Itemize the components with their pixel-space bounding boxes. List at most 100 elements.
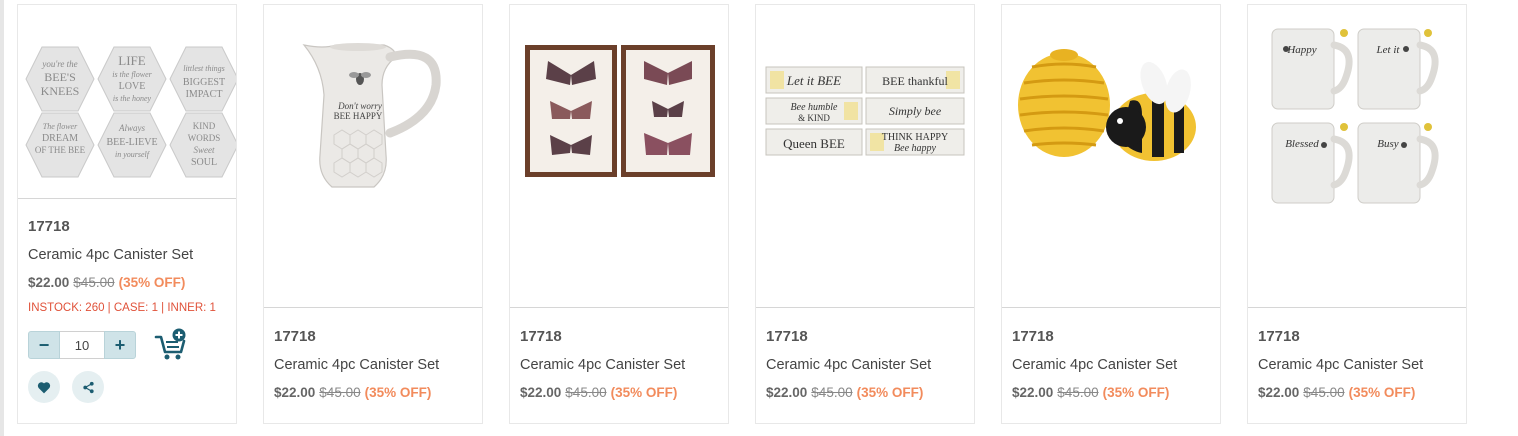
product-image[interactable] [510,5,728,308]
product-price: $22.00 [520,385,562,400]
product-info: 17718 Ceramic 4pc Canister Set $22.00 $45… [1012,327,1212,411]
product-info: 17718 Ceramic 4pc Canister Set $22.00 $45… [28,217,228,321]
product-image[interactable]: Don't worry BEE HAPPY [264,5,482,308]
product-info: 17718 Ceramic 4pc Canister Set $22.00 $45… [1258,327,1458,411]
product-sku: 17718 [28,218,70,235]
add-to-cart-icon [154,328,186,360]
svg-text:The flower: The flower [43,122,78,131]
bee-mugs-image: Happy Let it Blessed Busy [1271,28,1439,204]
price-row: $22.00 $45.00 (35% OFF) [520,383,720,411]
quantity-input[interactable] [60,331,104,359]
product-name[interactable]: Ceramic 4pc Canister Set [1258,355,1458,383]
product-old-price: $45.00 [811,385,853,400]
butterfly-prints-image [525,45,715,177]
product-card[interactable]: Don't worry BEE HAPPY 17718 Ceramic 4pc … [263,4,483,424]
svg-text:SOUL: SOUL [191,157,217,168]
hexagon-coasters-image: you're the BEE'S KNEES LIFE is the flowe… [25,46,236,178]
svg-text:IMPACT: IMPACT [186,89,223,100]
product-discount: (35% OFF) [610,385,678,400]
card-actions [28,371,228,405]
share-icon [82,381,94,393]
product-name[interactable]: Ceramic 4pc Canister Set [520,355,720,383]
product-image[interactable]: Happy Let it Blessed Busy [1248,5,1466,308]
product-image[interactable]: you're the BEE'S KNEES LIFE is the flowe… [18,5,236,199]
product-name[interactable]: Ceramic 4pc Canister Set [274,355,474,383]
product-card[interactable]: Happy Let it Blessed Busy 17718 Ceramic 4p… [1247,4,1467,424]
svg-text:in yourself: in yourself [115,150,151,159]
price-row: $22.00 $45.00 (35% OFF) [1012,383,1212,411]
svg-text:Let it: Let it [1376,44,1401,56]
bee-pitcher-image: Don't worry BEE HAPPY [302,43,441,188]
product-info: 17718 Ceramic 4pc Canister Set $22.00 $45… [520,327,720,411]
svg-text:BIGGEST: BIGGEST [183,77,225,88]
svg-text:& KIND: & KIND [798,113,830,123]
heart-icon [37,381,51,393]
wishlist-button[interactable] [28,371,60,403]
svg-text:Bee happy: Bee happy [894,143,936,154]
product-card[interactable]: 17718 Ceramic 4pc Canister Set $22.00 $45… [1001,4,1221,424]
product-name[interactable]: Ceramic 4pc Canister Set [28,245,228,273]
quantity-stepper: − + [28,331,136,359]
product-discount: (35% OFF) [364,385,432,400]
svg-text:Sweet: Sweet [194,145,215,155]
product-sku: 17718 [766,328,808,345]
beehive-shakers-image [1018,49,1196,161]
svg-text:BEE-LIEVE: BEE-LIEVE [106,137,157,148]
svg-text:WORDS: WORDS [188,133,221,143]
product-image[interactable] [1002,5,1220,308]
svg-text:OF THE BEE: OF THE BEE [35,145,86,155]
decrement-button[interactable]: − [28,331,60,359]
product-price: $22.00 [766,385,808,400]
svg-text:Always: Always [118,123,145,133]
svg-text:LIFE: LIFE [118,53,146,68]
product-old-price: $45.00 [1057,385,1099,400]
svg-text:Let it BEE: Let it BEE [786,73,841,88]
svg-text:LOVE: LOVE [119,81,146,92]
price-row: $22.00 $45.00 (35% OFF) [274,383,474,411]
svg-text:Blessed: Blessed [1285,138,1319,150]
svg-text:Bee humble: Bee humble [791,102,838,113]
svg-text:Busy: Busy [1377,138,1399,150]
product-name[interactable]: Ceramic 4pc Canister Set [766,355,966,383]
svg-text:BEE'S: BEE'S [44,70,76,84]
svg-text:DREAM: DREAM [42,133,78,144]
product-price: $22.00 [28,275,70,290]
svg-text:BEE thankful: BEE thankful [882,74,948,88]
product-discount: (35% OFF) [1348,385,1416,400]
page-edge [0,0,4,436]
svg-text:littlest things: littlest things [183,64,225,73]
bee-signs-image: Let it BEE BEE thankful Bee humble & KIN… [765,66,965,156]
product-old-price: $45.00 [565,385,607,400]
product-info: 17718 Ceramic 4pc Canister Set $22.00 $45… [766,327,966,411]
svg-text:KIND: KIND [193,121,216,131]
product-card[interactable]: 17718 Ceramic 4pc Canister Set $22.00 $45… [509,4,729,424]
svg-text:KNEES: KNEES [41,84,80,98]
svg-text:you're the: you're the [41,59,77,69]
product-old-price: $45.00 [319,385,361,400]
quantity-row: − + [28,328,228,362]
svg-text:BEE HAPPY: BEE HAPPY [334,111,383,121]
svg-text:Don't worry: Don't worry [337,101,382,111]
product-image[interactable]: Let it BEE BEE thankful Bee humble & KIN… [756,5,974,308]
svg-text:THINK HAPPY: THINK HAPPY [882,132,948,143]
product-card[interactable]: you're the BEE'S KNEES LIFE is the flowe… [17,4,237,424]
product-name[interactable]: Ceramic 4pc Canister Set [1012,355,1212,383]
product-price: $22.00 [1258,385,1300,400]
product-old-price: $45.00 [1303,385,1345,400]
svg-text:is the honey: is the honey [113,94,152,103]
product-discount: (35% OFF) [856,385,924,400]
product-sku: 17718 [274,328,316,345]
product-discount: (35% OFF) [1102,385,1170,400]
price-row: $22.00 $45.00 (35% OFF) [766,383,966,411]
product-sku: 17718 [1258,328,1300,345]
price-row: $22.00 $45.00 (35% OFF) [28,273,228,301]
product-sku: 17718 [520,328,562,345]
svg-text:Queen BEE: Queen BEE [783,136,845,151]
product-old-price: $45.00 [73,275,115,290]
increment-button[interactable]: + [104,331,136,359]
product-sku: 17718 [1012,328,1054,345]
product-price: $22.00 [1012,385,1054,400]
share-button[interactable] [72,371,104,403]
product-card[interactable]: Let it BEE BEE thankful Bee humble & KIN… [755,4,975,424]
add-to-cart-button[interactable] [154,328,188,362]
